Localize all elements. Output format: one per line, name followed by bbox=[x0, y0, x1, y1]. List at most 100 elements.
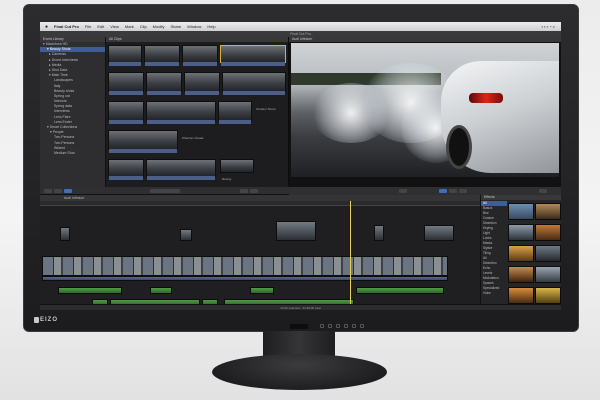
connected-clip[interactable] bbox=[276, 221, 316, 241]
browser-clip[interactable] bbox=[146, 101, 216, 124]
library-item-label: Beauty shots bbox=[54, 88, 75, 93]
connected-clip[interactable] bbox=[60, 227, 70, 241]
audio-clip[interactable] bbox=[58, 287, 122, 294]
browser-clip[interactable] bbox=[146, 159, 216, 180]
menu-app-name[interactable]: Final Cut Pro bbox=[54, 24, 79, 29]
library-item-label: Spring data bbox=[54, 104, 72, 109]
timeline-ruler[interactable] bbox=[40, 201, 480, 206]
browser-clip[interactable] bbox=[108, 159, 144, 180]
library-item-label: Macintosh HD bbox=[45, 42, 68, 46]
audio-clip[interactable] bbox=[250, 287, 274, 294]
library-item-label: Drone Interviews bbox=[51, 57, 78, 62]
browser-clip[interactable] bbox=[108, 72, 144, 95]
primary-storyline[interactable] bbox=[42, 256, 448, 276]
menu-mark[interactable]: Mark bbox=[125, 24, 134, 29]
library-item-label: Lens Ender bbox=[54, 119, 72, 124]
library-item-label: Main Time bbox=[51, 73, 68, 78]
menu-window[interactable]: Window bbox=[187, 24, 201, 29]
effect-thumbnail[interactable] bbox=[535, 287, 561, 304]
play-button[interactable] bbox=[399, 189, 407, 193]
menu-share[interactable]: Share bbox=[170, 24, 181, 29]
menu-file[interactable]: File bbox=[85, 24, 91, 29]
filmstrip bbox=[147, 176, 215, 180]
timeline-panel: Audi Infinium bbox=[40, 195, 480, 310]
viewer-image-car-splash[interactable] bbox=[291, 43, 559, 177]
playhead[interactable] bbox=[350, 201, 351, 310]
monitor-control-buttons[interactable] bbox=[320, 324, 380, 330]
import-button[interactable] bbox=[44, 189, 52, 193]
select-tool-button[interactable] bbox=[64, 189, 72, 193]
library-toggle-button[interactable] bbox=[240, 189, 248, 193]
browser-clip[interactable] bbox=[108, 45, 142, 66]
library-item-label: People bbox=[52, 130, 64, 135]
effect-thumbnail[interactable] bbox=[535, 203, 561, 220]
effect-thumbnail[interactable] bbox=[535, 245, 561, 262]
library-item-label: Shot Data bbox=[51, 67, 68, 72]
filmstrip bbox=[183, 62, 217, 66]
menu-help[interactable]: Help bbox=[207, 24, 215, 29]
effects-button[interactable] bbox=[449, 189, 457, 193]
browser-clip[interactable] bbox=[222, 72, 286, 95]
effect-thumbnail[interactable] bbox=[508, 266, 534, 283]
audio-clip[interactable] bbox=[356, 287, 444, 294]
browser-clip[interactable] bbox=[218, 101, 252, 124]
browser-clip[interactable] bbox=[108, 130, 178, 153]
library-item-label: Beauty Shots bbox=[49, 47, 71, 52]
connected-clip[interactable] bbox=[180, 229, 192, 241]
filmstrip bbox=[109, 91, 143, 95]
connected-clip[interactable] bbox=[424, 225, 454, 241]
effects-category[interactable]: Voice bbox=[481, 291, 507, 296]
browser-clip[interactable] bbox=[144, 45, 180, 66]
browser-clip[interactable] bbox=[108, 101, 144, 124]
inspector-button[interactable] bbox=[439, 189, 447, 193]
main-toolbar bbox=[40, 187, 289, 195]
filmstrip bbox=[109, 62, 141, 66]
viewer-controls bbox=[289, 187, 561, 195]
audio-clip[interactable] bbox=[150, 287, 172, 294]
browser-clip[interactable] bbox=[146, 72, 182, 95]
browser-toggle-button[interactable] bbox=[250, 189, 258, 193]
library-item-label: Interviews bbox=[54, 109, 70, 114]
viewer-header: Audi Infinium bbox=[289, 37, 561, 42]
filmstrip bbox=[147, 91, 181, 95]
library-item[interactable]: Medium Shot bbox=[40, 151, 105, 156]
keyword-button[interactable] bbox=[54, 189, 62, 193]
timecode-display[interactable] bbox=[150, 189, 180, 193]
screen: ● Final Cut Pro File Edit View Mark Clip… bbox=[40, 22, 561, 310]
library-item-label: Italy bbox=[54, 83, 61, 88]
connected-clip[interactable] bbox=[374, 225, 384, 241]
library-item-label: Cameras bbox=[51, 52, 66, 57]
effect-thumbnail[interactable] bbox=[535, 224, 561, 241]
event-browser-header: All Clips bbox=[106, 37, 288, 42]
menu-clip[interactable]: Clip bbox=[140, 24, 147, 29]
effect-thumbnail[interactable] bbox=[508, 245, 534, 262]
browser-clip[interactable] bbox=[184, 72, 220, 95]
filmstrip bbox=[147, 120, 215, 124]
browser-clip[interactable] bbox=[220, 159, 254, 173]
effect-thumbnail[interactable] bbox=[535, 266, 561, 283]
menu-view[interactable]: View bbox=[110, 24, 119, 29]
effect-thumbnail[interactable] bbox=[508, 224, 534, 241]
effect-thumbnail[interactable] bbox=[508, 287, 534, 304]
library-item-label: Landscapes bbox=[54, 78, 73, 83]
menu-status-icons: ▪ ▪ ▪ ◔ ⌕ bbox=[541, 24, 555, 29]
effect-thumbnail[interactable] bbox=[508, 203, 534, 220]
filmstrip bbox=[185, 91, 219, 95]
menu-modify[interactable]: Modify bbox=[153, 24, 165, 29]
filmstrip bbox=[219, 120, 251, 124]
effects-category-list: All Basics Blur Custom Distortion Keying… bbox=[481, 201, 507, 296]
browser-clip-selected[interactable] bbox=[220, 45, 286, 66]
menu-edit[interactable]: Edit bbox=[97, 24, 104, 29]
effects-header: Effects bbox=[481, 195, 561, 200]
viewer-panel: Audi Infinium bbox=[289, 37, 561, 187]
fullscreen-button[interactable] bbox=[539, 189, 547, 193]
transitions-button[interactable] bbox=[459, 189, 467, 193]
filmstrip bbox=[145, 62, 179, 66]
library-item-label: Two Persons bbox=[54, 140, 75, 145]
apple-menu-icon[interactable]: ● bbox=[45, 24, 48, 30]
primary-storyline-audio[interactable] bbox=[42, 276, 448, 281]
browser-clip-label: Phantom Ahead bbox=[182, 136, 204, 140]
browser-clip[interactable] bbox=[182, 45, 218, 66]
filmstrip bbox=[109, 149, 177, 153]
filmstrip bbox=[223, 91, 285, 95]
